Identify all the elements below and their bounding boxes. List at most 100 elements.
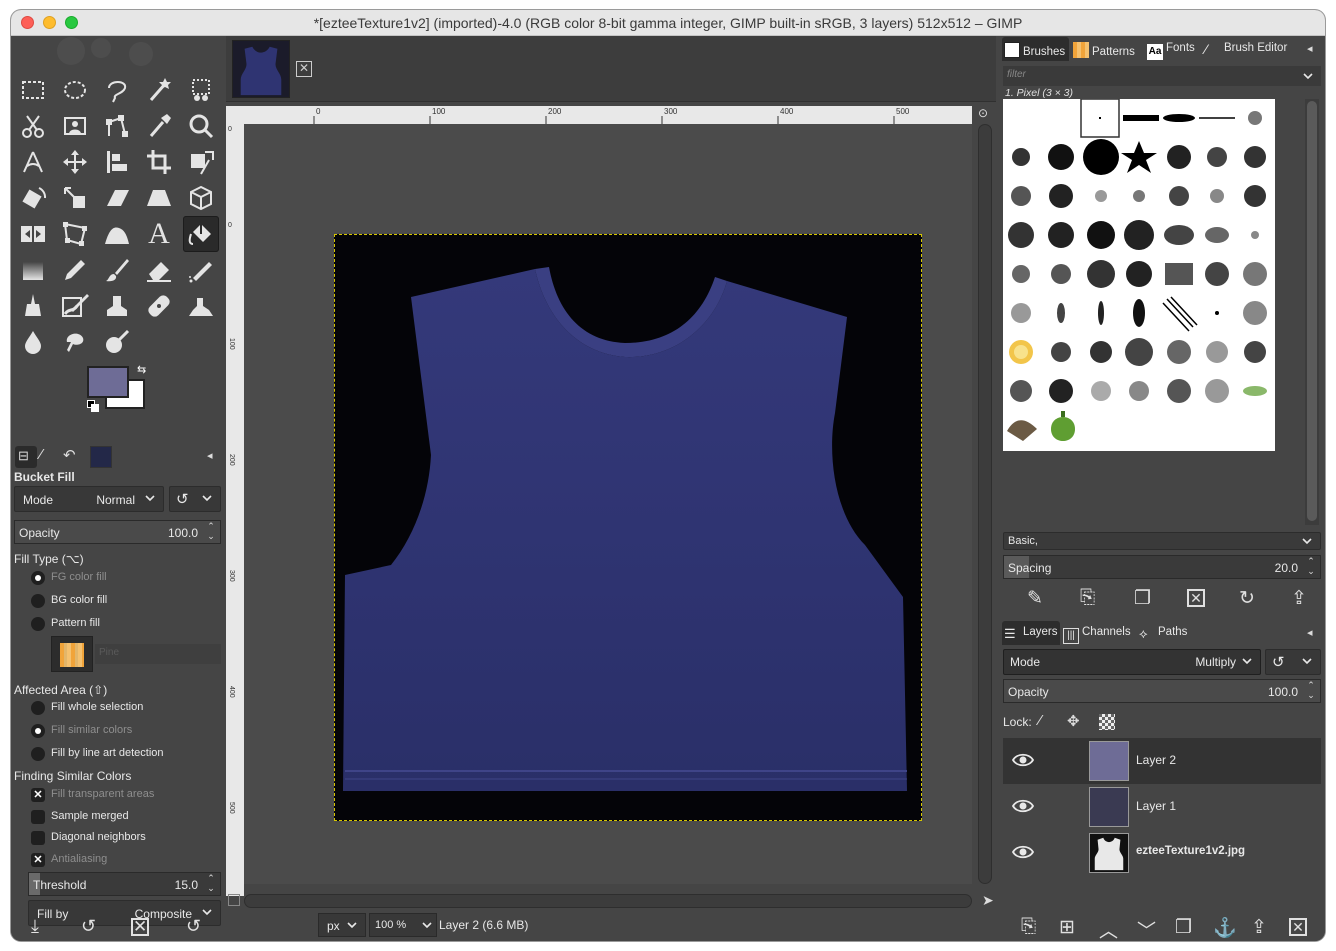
unit-combo[interactable]: px [318, 913, 366, 937]
tab-paths[interactable]: ⟡ Paths [1139, 621, 1195, 645]
bucket-fill-tool-icon[interactable] [183, 216, 219, 252]
ink-tool-icon[interactable] [15, 288, 51, 324]
foreground-select-tool-icon[interactable] [57, 108, 93, 144]
reset-mode-combo[interactable]: ↺ [169, 486, 221, 512]
tool-options-tab-icon[interactable]: ⊟ [15, 446, 37, 468]
quick-mask-corner[interactable] [226, 106, 244, 124]
warp-transform-tool-icon[interactable] [99, 216, 135, 252]
layer-opacity-spin-icon[interactable]: ⌃ ⌄ [1304, 680, 1318, 702]
mask-layer-icon[interactable]: ⇪ [1251, 916, 1267, 939]
layer-opacity-slider[interactable]: Opacity 100.0 ⌃ ⌄ [1003, 679, 1321, 703]
new-brush-icon[interactable]: ⎘ [1080, 587, 1095, 609]
device-status-tab-icon[interactable]: ⁄ [40, 446, 43, 463]
perspective-clone-tool-icon[interactable] [183, 288, 219, 324]
new-layer-icon[interactable]: ⎘ [1021, 916, 1036, 938]
refresh-brushes-icon[interactable]: ↻ [1239, 587, 1255, 610]
airbrush-tool-icon[interactable] [183, 252, 219, 288]
delete-layer-icon[interactable]: ✕ [1289, 918, 1307, 936]
align-tool-icon[interactable] [99, 144, 135, 180]
pointer-corner-icon[interactable]: ➤ [982, 892, 994, 909]
canvas-area[interactable] [244, 124, 972, 884]
brushes-scrollbar[interactable] [1305, 99, 1319, 525]
free-select-tool-icon[interactable] [99, 72, 135, 108]
visibility-eye-icon[interactable] [1011, 796, 1035, 816]
horizontal-scrollbar[interactable] [244, 894, 972, 908]
scissors-select-tool-icon[interactable] [15, 108, 51, 144]
brush-spacing-slider[interactable]: Spacing 20.0 ⌃ ⌄ [1003, 555, 1321, 579]
threshold-slider[interactable]: Threshold 15.0 ⌃ ⌄ [28, 872, 221, 896]
eraser-tool-icon[interactable] [141, 252, 177, 288]
delete-preset-icon[interactable]: ✕ [131, 918, 149, 936]
brush-filter-input[interactable]: filter [1003, 66, 1321, 86]
image-tab-thumbnail[interactable] [232, 40, 290, 98]
spacing-spin-icon[interactable]: ⌃ ⌄ [1304, 556, 1318, 578]
anchor-layer-icon[interactable]: ⚓ [1213, 916, 1237, 940]
tab-brushes[interactable]: Brushes [1002, 37, 1069, 61]
image-canvas[interactable] [334, 234, 922, 821]
measure-tool-icon[interactable] [15, 144, 51, 180]
lower-layer-icon[interactable]: ﹀ [1137, 916, 1156, 941]
paths-tool-icon[interactable] [99, 108, 135, 144]
dodge-burn-tool-icon[interactable] [99, 324, 135, 360]
rotate-tool-icon[interactable] [15, 180, 51, 216]
tab-brush-editor[interactable]: ⁄ Brush Editor [1205, 37, 1300, 61]
select-by-color-tool-icon[interactable] [183, 72, 219, 108]
layer-row-layer1[interactable]: Layer 1 [1003, 784, 1321, 830]
tab-channels[interactable]: ||| Channels [1063, 621, 1137, 645]
pencil-tool-icon[interactable] [57, 252, 93, 288]
vertical-scrollbar[interactable] [978, 124, 992, 884]
layer-row-layer2[interactable]: Layer 2 [1003, 738, 1321, 784]
lock-pixels-icon[interactable]: ⁄ [1039, 712, 1042, 729]
tab-layers[interactable]: ☰ Layers [1002, 621, 1060, 645]
pattern-name-field[interactable]: Pine [95, 644, 221, 664]
layer-composite-combo[interactable]: ↺ [1265, 649, 1321, 675]
cage-transform-tool-icon[interactable] [57, 216, 93, 252]
undo-history-tab-icon[interactable]: ↶ [63, 446, 76, 464]
heal-tool-icon[interactable] [141, 288, 177, 324]
brush-preset-combo[interactable]: Basic, [1003, 532, 1321, 550]
configure-tab-icon[interactable]: ◂ [207, 449, 213, 462]
raise-layer-icon[interactable]: ︿ [1099, 916, 1118, 941]
zoom-combo[interactable]: 100 % [369, 913, 437, 937]
scale-tool-icon[interactable] [57, 180, 93, 216]
mode-combo[interactable]: Mode Normal [14, 486, 164, 512]
unified-transform-tool-icon[interactable] [183, 144, 219, 180]
perspective-tool-icon[interactable] [141, 180, 177, 216]
tab-fonts[interactable]: Aa Fonts [1147, 37, 1202, 61]
close-image-tab-icon[interactable]: ✕ [296, 61, 312, 77]
3d-transform-tool-icon[interactable] [183, 180, 219, 216]
swap-colors-icon[interactable]: ⇆ [137, 363, 146, 376]
text-tool-icon[interactable]: A [141, 216, 177, 252]
duplicate-layer-icon[interactable]: ❐ [1175, 916, 1192, 939]
layer-row-base[interactable]: ezteeTexture1v2.jpg [1003, 830, 1321, 876]
move-tool-icon[interactable] [57, 144, 93, 180]
opacity-spin-icon[interactable]: ⌃ ⌄ [204, 521, 218, 543]
restore-preset-icon[interactable]: ↺ [81, 916, 96, 937]
fuzzy-select-tool-icon[interactable] [141, 72, 177, 108]
configure-tab-icon[interactable]: ◂ [1307, 626, 1313, 639]
new-layer-group-icon[interactable]: ⊞ [1059, 916, 1075, 939]
clone-tool-icon[interactable] [99, 288, 135, 324]
visibility-eye-icon[interactable] [1011, 750, 1035, 770]
duplicate-brush-icon[interactable]: ❐ [1134, 587, 1151, 610]
opacity-slider[interactable]: Opacity 100.0 ⌃ ⌄ [14, 520, 221, 544]
crop-tool-icon[interactable] [141, 144, 177, 180]
open-brush-as-image-icon[interactable]: ⇪ [1291, 587, 1307, 610]
delete-brush-icon[interactable]: ✕ [1187, 589, 1205, 607]
tab-patterns[interactable]: Patterns [1073, 37, 1145, 61]
lock-alpha-icon[interactable] [1099, 714, 1115, 730]
mypaint-brush-tool-icon[interactable] [57, 288, 93, 324]
lock-position-icon[interactable]: ✥ [1067, 712, 1080, 730]
zoom-navigation-icon[interactable]: ⊙ [978, 106, 994, 124]
edit-brush-icon[interactable]: ✎ [1027, 587, 1043, 610]
blur-tool-icon[interactable] [15, 324, 51, 360]
gradient-tool-icon[interactable] [15, 252, 51, 288]
ellipse-select-tool-icon[interactable] [57, 72, 93, 108]
brush-grid[interactable] [1003, 98, 1275, 451]
color-picker-tool-icon[interactable] [141, 108, 177, 144]
rect-select-tool-icon[interactable] [15, 72, 51, 108]
layer-mode-combo[interactable]: Mode Multiply [1003, 649, 1261, 675]
pattern-preview-button[interactable] [51, 636, 93, 672]
zoom-tool-icon[interactable] [183, 108, 219, 144]
paintbrush-tool-icon[interactable] [99, 252, 135, 288]
